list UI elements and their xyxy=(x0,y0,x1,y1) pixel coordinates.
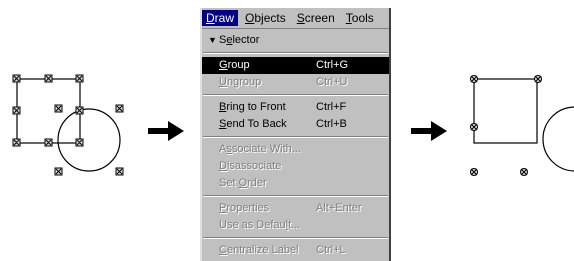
rectangle-shape xyxy=(473,78,538,144)
after-illustration xyxy=(470,75,574,176)
group-mnemonic: G xyxy=(219,59,228,71)
selector-label-b: lector xyxy=(232,34,260,46)
group-shortcut: Ctrl+G xyxy=(316,59,349,71)
menu-draw[interactable]: Draw xyxy=(202,10,239,26)
menu-tools-label: ools xyxy=(351,11,374,25)
menu-item-associate-with[interactable]: Associate With... xyxy=(202,141,389,158)
rectangle-shape xyxy=(16,78,81,144)
menu-item-centralize-label[interactable]: Centralize Label Ctrl+L xyxy=(202,242,389,259)
menu-item-disassociate[interactable]: Disassociate xyxy=(202,158,389,175)
group-label: roup xyxy=(227,59,250,71)
selection-handle-icon xyxy=(12,74,84,147)
menu-tools[interactable]: Tools xyxy=(342,10,378,26)
menu-separator xyxy=(203,94,388,96)
menu-objects-mnemonic: O xyxy=(245,11,255,25)
properties-shortcut: Alt+Enter xyxy=(316,202,362,214)
arrow-right-icon xyxy=(411,121,447,141)
menu-item-ungroup[interactable]: Ungroup Ctrl+U xyxy=(202,74,389,91)
menu-screen-label: creen xyxy=(304,11,335,25)
send-back-shortcut: Ctrl+B xyxy=(316,118,347,130)
menu-objects[interactable]: Objects xyxy=(241,10,290,26)
menu-screen[interactable]: Screen xyxy=(293,10,339,26)
arrow-right-icon xyxy=(148,121,184,141)
disassociate-mnemonic: D xyxy=(219,160,227,172)
selection-handle-icon xyxy=(470,75,542,176)
menu-screen-mnemonic: S xyxy=(296,11,305,25)
ungroup-label: ngroup xyxy=(226,76,262,88)
set-order-mnemonic: O xyxy=(238,177,248,189)
properties-label: roperties xyxy=(226,202,270,214)
menu-item-group[interactable]: Group Ctrl+G xyxy=(202,57,389,74)
draw-menu-window: Draw Objects Screen Tools ▼ Selector Grou… xyxy=(200,8,391,261)
use-default-label-a: Use as Defau xyxy=(219,219,286,231)
centralize-mnemonic: C xyxy=(219,244,227,256)
bring-front-label: ring to Front xyxy=(226,101,286,113)
menu-objects-label: bjects xyxy=(254,11,286,25)
menu-item-selector[interactable]: ▼ Selector xyxy=(202,32,389,49)
set-order-label-b: rder xyxy=(247,177,267,189)
menu-item-bring-to-front[interactable]: Bring to Front Ctrl+F xyxy=(202,99,389,116)
selection-handle-icon xyxy=(54,104,124,176)
circle-shape xyxy=(57,108,121,172)
disassociate-label: isassociate xyxy=(226,160,282,172)
check-icon: ▼ xyxy=(208,35,217,45)
use-default-label-b: t... xyxy=(288,219,301,231)
circle-shape xyxy=(542,106,574,172)
bring-front-shortcut: Ctrl+F xyxy=(316,101,347,113)
menu-item-set-order[interactable]: Set Order xyxy=(202,175,389,192)
menu-item-properties[interactable]: Properties Alt+Enter xyxy=(202,200,389,217)
menu-item-send-to-back[interactable]: Send To Back Ctrl+B xyxy=(202,116,389,133)
menu-separator xyxy=(203,52,388,54)
centralize-shortcut: Ctrl+L xyxy=(316,244,346,256)
menu-draw-label: raw xyxy=(214,11,235,25)
menu-separator xyxy=(203,136,388,138)
menu-separator xyxy=(203,237,388,239)
ungroup-mnemonic: U xyxy=(219,76,227,88)
send-back-label: end To Back xyxy=(226,118,287,130)
menu-draw-mnemonic: D xyxy=(206,11,215,25)
menu-bar: Draw Objects Screen Tools xyxy=(202,8,389,29)
before-illustration xyxy=(12,74,124,176)
ungroup-shortcut: Ctrl+U xyxy=(316,76,348,88)
menu-separator xyxy=(203,195,388,197)
associate-label-b: sociate With... xyxy=(231,143,301,155)
set-order-label-a: Set xyxy=(219,177,239,189)
menu-item-use-as-default[interactable]: Use as Default... xyxy=(202,217,389,234)
centralize-label: entralize Label xyxy=(226,244,299,256)
